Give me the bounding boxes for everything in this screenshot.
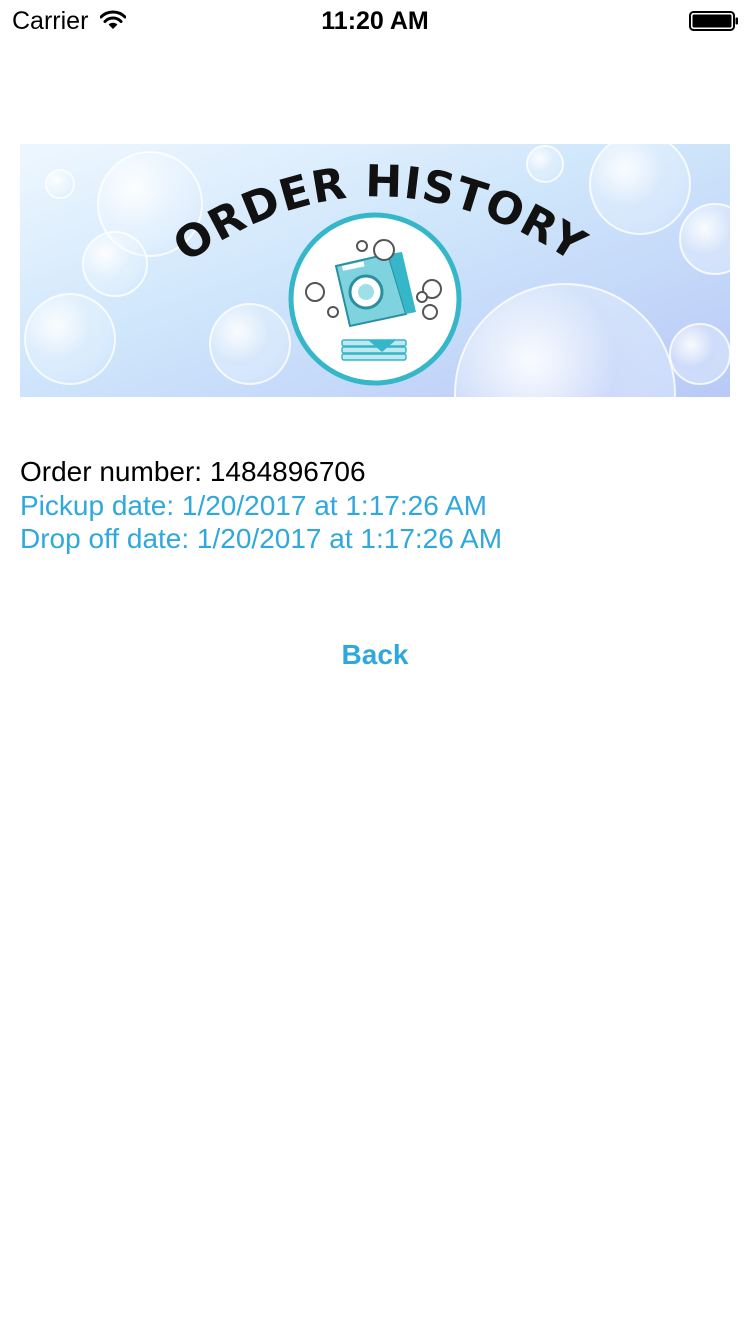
washing-machine-icon bbox=[334, 252, 416, 361]
status-bar: Carrier 11:20 AM bbox=[0, 0, 750, 40]
pickup-date-text: Pickup date: 1/20/2017 at 1:17:26 AM bbox=[20, 489, 488, 521]
order-history-banner: ORDER HISTORY bbox=[20, 144, 730, 397]
battery-icon bbox=[689, 11, 738, 31]
order-details: Order number: 1484896706 Pickup date: 1/… bbox=[20, 455, 720, 556]
order-number-text: Order number: 1484896706 bbox=[20, 456, 366, 487]
back-button[interactable]: Back bbox=[300, 632, 450, 678]
dropoff-date-text: Drop off date: 1/20/2017 at 1:17:26 AM bbox=[20, 523, 503, 554]
status-time: 11:20 AM bbox=[321, 7, 429, 35]
order-history-screen: Carrier 11:20 AM ORDER HISTORY Order num… bbox=[0, 0, 750, 1334]
